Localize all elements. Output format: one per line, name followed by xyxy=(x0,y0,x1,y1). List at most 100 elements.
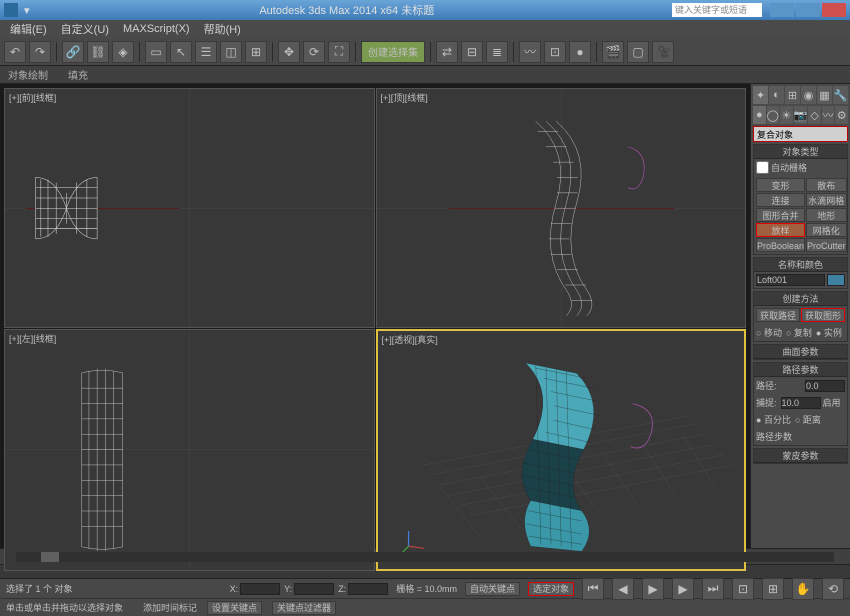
window-crossing-button[interactable]: ⊞ xyxy=(245,41,267,63)
unlink-button[interactable]: ⛓ xyxy=(87,41,109,63)
schematic-button[interactable]: ⊡ xyxy=(544,41,566,63)
rollout-surface-params[interactable]: 曲面参数 xyxy=(754,345,847,359)
align-button[interactable]: ⊟ xyxy=(461,41,483,63)
pan-button[interactable]: ✋ xyxy=(792,578,814,600)
setkey-button[interactable]: 设置关键点 xyxy=(207,601,262,615)
lights-subtab[interactable]: ☀ xyxy=(780,106,793,124)
add-timetag[interactable]: 添加时间标记 xyxy=(143,601,197,614)
get-path-button[interactable]: 获取路径 xyxy=(756,308,800,322)
shapemerge-button[interactable]: 图形合并 xyxy=(756,208,805,222)
render-setup-button[interactable]: 🎬 xyxy=(602,41,624,63)
select-arrow-button[interactable]: ↖ xyxy=(170,41,192,63)
space-subtab[interactable]: 〰 xyxy=(822,106,835,124)
redo-button[interactable]: ↷ xyxy=(29,41,51,63)
menu-customize[interactable]: 自定义(U) xyxy=(55,21,115,37)
select-name-button[interactable]: ☰ xyxy=(195,41,217,63)
shapes-subtab[interactable]: ◯ xyxy=(767,106,780,124)
snap-value-input[interactable]: 10.0 xyxy=(781,397,821,409)
procutter-button[interactable]: ProCutter xyxy=(806,238,847,252)
menu-help[interactable]: 帮助(H) xyxy=(198,21,247,37)
link-button[interactable]: 🔗 xyxy=(62,41,84,63)
play-button[interactable]: ▶ xyxy=(642,578,664,600)
rollout-creation-method[interactable]: 创建方法 xyxy=(754,292,847,306)
motion-tab[interactable]: ◉ xyxy=(801,86,816,104)
maximize-button[interactable] xyxy=(796,3,820,17)
search-input[interactable]: 键入关键字或短语 xyxy=(672,3,762,17)
layers-button[interactable]: ≣ xyxy=(486,41,508,63)
viewport-label[interactable]: [+][顶][线框] xyxy=(381,91,428,104)
opt-move[interactable]: 移动 xyxy=(756,326,782,339)
next-frame-button[interactable]: ▶ xyxy=(672,578,694,600)
opt-distance[interactable]: 距离 xyxy=(795,413,821,426)
rotate-button[interactable]: ⟳ xyxy=(303,41,325,63)
z-input[interactable] xyxy=(348,583,388,595)
path-value-input[interactable]: 0.0 xyxy=(805,380,845,392)
keyfilter-button[interactable]: 关键点过滤器 xyxy=(272,601,336,615)
modify-tab[interactable]: ◐ xyxy=(769,86,784,104)
viewport-perspective[interactable]: [+][透视][真实] xyxy=(376,329,747,570)
slider-thumb[interactable] xyxy=(41,552,59,562)
autokey-button[interactable]: 自动关键点 xyxy=(465,582,520,596)
loft-button[interactable]: 放样 xyxy=(756,223,805,237)
prev-frame-button[interactable]: ◀ xyxy=(612,578,634,600)
close-button[interactable] xyxy=(822,3,846,17)
menu-edit[interactable]: 编辑(E) xyxy=(4,21,53,37)
material-button[interactable]: ● xyxy=(569,41,591,63)
autogrid-checkbox[interactable] xyxy=(756,161,769,174)
scatter-button[interactable]: 散布 xyxy=(806,178,847,192)
geometry-subtab[interactable]: ● xyxy=(753,106,766,124)
render-frame-button[interactable]: ▢ xyxy=(627,41,649,63)
morph-button[interactable]: 变形 xyxy=(756,178,805,192)
systems-subtab[interactable]: ⚙ xyxy=(835,106,848,124)
mirror-button[interactable]: ⇄ xyxy=(436,41,458,63)
goto-start-button[interactable]: ⏮ xyxy=(582,578,604,600)
opt-copy[interactable]: 复制 xyxy=(786,326,812,339)
terrain-button[interactable]: 地形 xyxy=(806,208,847,222)
hierarchy-tab[interactable]: ⊞ xyxy=(785,86,800,104)
display-tab[interactable]: ▦ xyxy=(817,86,832,104)
helpers-subtab[interactable]: ◇ xyxy=(808,106,821,124)
cameras-subtab[interactable]: 📷 xyxy=(794,106,808,124)
rollout-name-color[interactable]: 名称和颜色 xyxy=(754,258,847,272)
mesher-button[interactable]: 网格化 xyxy=(806,223,847,237)
object-color-swatch[interactable] xyxy=(827,274,845,286)
viewport-front[interactable]: [+][前][线框] xyxy=(4,88,375,328)
scale-button[interactable]: ⛶ xyxy=(328,41,350,63)
opt-percent[interactable]: 百分比 xyxy=(756,413,791,426)
viewport-left[interactable]: [+][左][线框] xyxy=(4,329,375,570)
goto-end-button[interactable]: ⏭ xyxy=(702,578,724,600)
category-dropdown[interactable]: 复合对象 xyxy=(753,126,848,142)
rollout-skin-params[interactable]: 蒙皮参数 xyxy=(754,449,847,463)
rollout-object-type[interactable]: 对象类型 xyxy=(754,145,847,159)
render-button[interactable]: 🎥 xyxy=(652,41,674,63)
zoom-extents-button[interactable]: ⊡ xyxy=(732,578,754,600)
get-shape-button[interactable]: 获取图形 xyxy=(801,308,845,322)
select-region-button[interactable]: ◫ xyxy=(220,41,242,63)
bind-button[interactable]: ◈ xyxy=(112,41,134,63)
selection-set-dropdown[interactable]: 创建选择集 xyxy=(361,41,425,63)
slider-track[interactable] xyxy=(16,552,834,562)
ribbon-tab-1[interactable]: 对象绘制 xyxy=(8,67,48,82)
minimize-button[interactable] xyxy=(770,3,794,17)
opt-instance[interactable]: 实例 xyxy=(816,326,842,339)
curve-editor-button[interactable]: 〰 xyxy=(519,41,541,63)
undo-button[interactable]: ↶ xyxy=(4,41,26,63)
x-input[interactable] xyxy=(240,583,280,595)
proboolean-button[interactable]: ProBoolean xyxy=(756,238,805,252)
viewport-top[interactable]: [+][顶][线框] xyxy=(376,88,747,328)
viewport-label[interactable]: [+][前][线框] xyxy=(9,91,56,104)
y-input[interactable] xyxy=(294,583,334,595)
select-button[interactable]: ▭ xyxy=(145,41,167,63)
ribbon-tab-2[interactable]: 填充 xyxy=(68,67,88,82)
orbit-button[interactable]: ⟲ xyxy=(822,578,844,600)
viewport-label[interactable]: [+][透视][真实] xyxy=(382,333,438,346)
create-tab[interactable]: ✦ xyxy=(753,86,768,104)
object-name-input[interactable]: Loft001 xyxy=(756,274,825,286)
blobmesh-button[interactable]: 水滴网格 xyxy=(806,193,847,207)
zoom-all-button[interactable]: ⊞ xyxy=(762,578,784,600)
selection-filter[interactable]: 选定对象 xyxy=(528,582,574,596)
rollout-path-params[interactable]: 路径参数 xyxy=(754,363,847,377)
connect-button[interactable]: 连接 xyxy=(756,193,805,207)
viewport-label[interactable]: [+][左][线框] xyxy=(9,332,56,345)
utilities-tab[interactable]: 🔧 xyxy=(833,86,848,104)
